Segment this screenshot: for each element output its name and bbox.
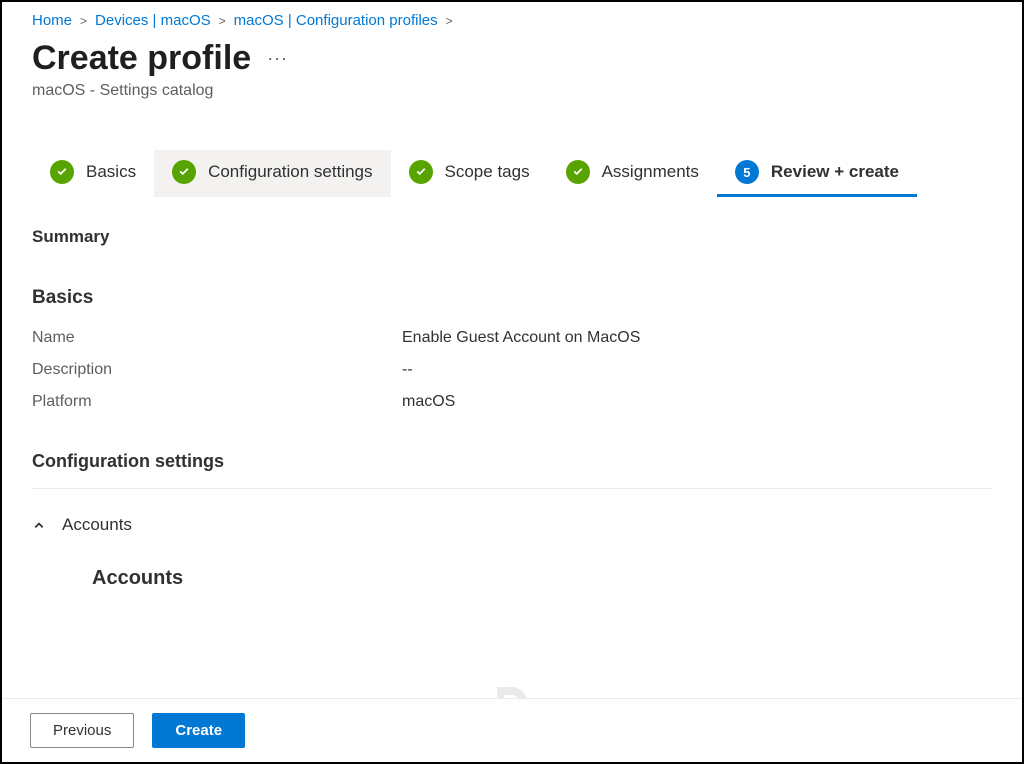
breadcrumb-config-profiles[interactable]: macOS | Configuration profiles — [234, 12, 438, 29]
step-label: Review + create — [771, 162, 899, 182]
accordion-accounts[interactable]: Accounts — [32, 505, 992, 545]
page-subtitle: macOS - Settings catalog — [2, 78, 1022, 100]
step-review-create[interactable]: 5 Review + create — [717, 150, 917, 197]
field-description: Description -- — [32, 361, 992, 379]
chevron-right-icon: > — [219, 14, 226, 28]
field-value: Enable Guest Account on MacOS — [402, 329, 640, 347]
accordion-title: Accounts — [62, 515, 132, 535]
field-label: Platform — [32, 393, 402, 411]
check-icon — [566, 160, 590, 184]
step-label: Configuration settings — [208, 162, 372, 182]
field-platform: Platform macOS — [32, 393, 992, 411]
breadcrumb-devices[interactable]: Devices | macOS — [95, 12, 211, 29]
breadcrumb: Home > Devices | macOS > macOS | Configu… — [2, 2, 1022, 29]
main-content: Summary Basics Name Enable Guest Account… — [2, 197, 1022, 590]
wizard-stepper: Basics Configuration settings Scope tags… — [2, 100, 1022, 197]
page-title: Create profile — [32, 39, 251, 78]
step-label: Basics — [86, 162, 136, 182]
field-name: Name Enable Guest Account on MacOS — [32, 329, 992, 347]
check-icon — [409, 160, 433, 184]
step-basics[interactable]: Basics — [32, 150, 154, 197]
chevron-right-icon: > — [80, 14, 87, 28]
previous-button[interactable]: Previous — [30, 713, 134, 748]
field-label: Name — [32, 329, 402, 347]
accordion-subtitle: Accounts — [92, 567, 992, 590]
check-icon — [50, 160, 74, 184]
footer-actions: Previous Create — [2, 698, 1022, 762]
basics-heading: Basics — [32, 287, 992, 309]
config-settings-heading: Configuration settings — [32, 451, 992, 472]
create-button[interactable]: Create — [152, 713, 245, 748]
step-number-icon: 5 — [735, 160, 759, 184]
check-icon — [172, 160, 196, 184]
step-configuration-settings[interactable]: Configuration settings — [154, 150, 390, 197]
step-label: Scope tags — [445, 162, 530, 182]
more-menu-icon[interactable]: ··· — [267, 48, 288, 69]
divider — [32, 488, 992, 489]
chevron-right-icon: > — [446, 14, 453, 28]
field-value: -- — [402, 361, 413, 379]
page-header: Create profile ··· — [2, 29, 1022, 78]
breadcrumb-home[interactable]: Home — [32, 12, 72, 29]
field-label: Description — [32, 361, 402, 379]
step-assignments[interactable]: Assignments — [548, 150, 717, 197]
chevron-up-icon — [32, 518, 46, 532]
step-label: Assignments — [602, 162, 699, 182]
field-value: macOS — [402, 393, 455, 411]
summary-heading: Summary — [32, 227, 992, 247]
step-scope-tags[interactable]: Scope tags — [391, 150, 548, 197]
